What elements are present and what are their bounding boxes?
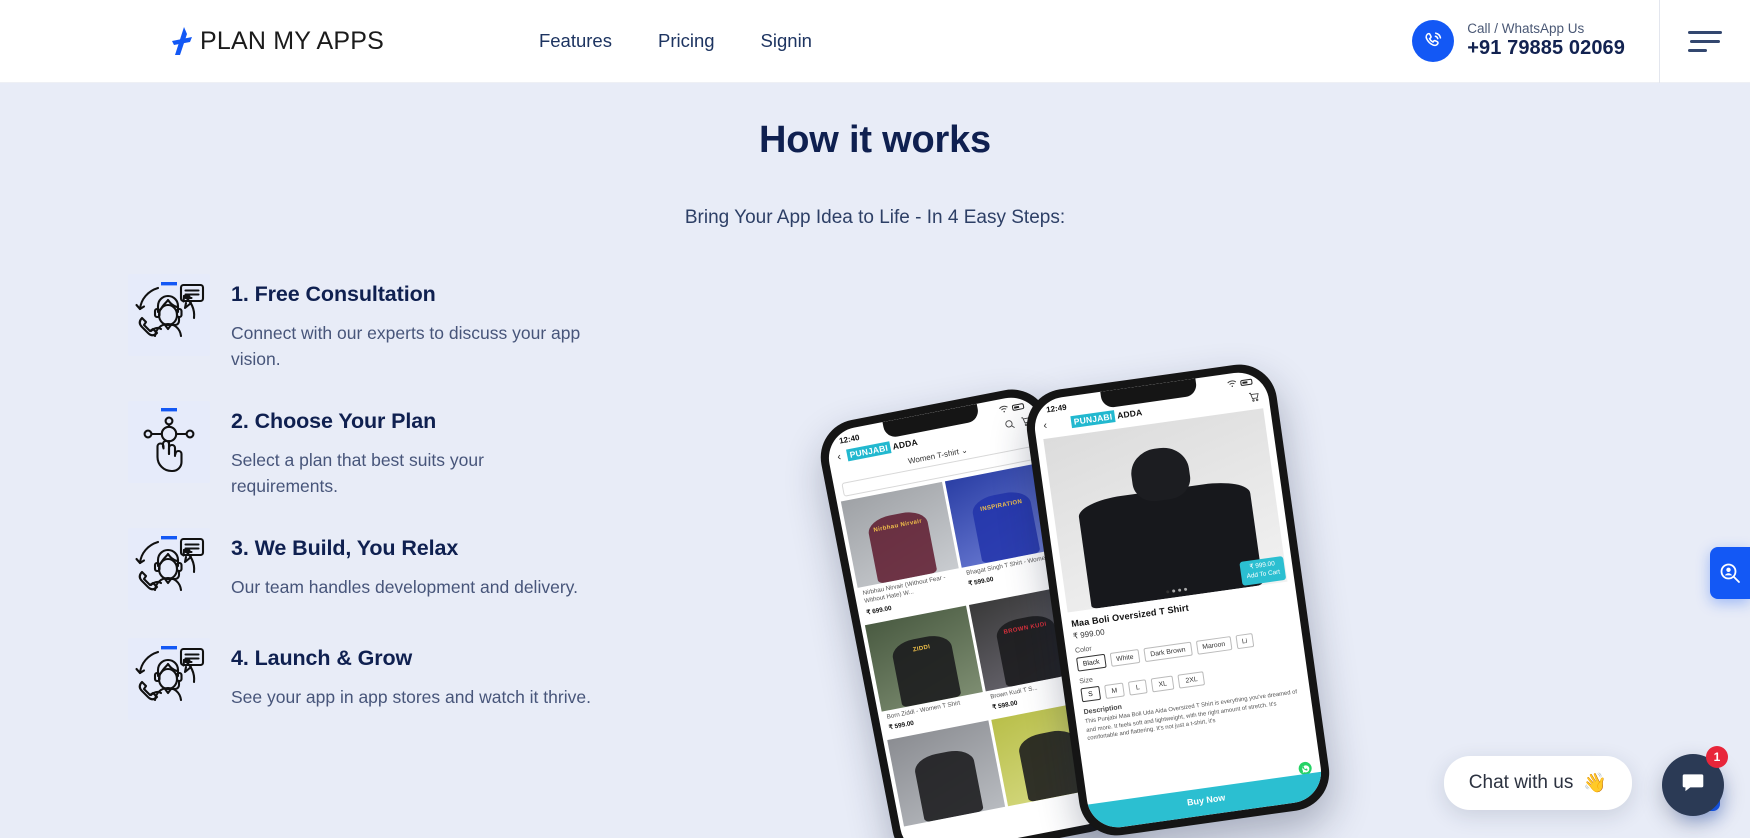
brand-logo[interactable]: PLAN MY APPS	[168, 25, 384, 57]
contact-text: Call / WhatsApp Us +91 79885 02069	[1467, 21, 1625, 61]
customer-support-headset-icon	[128, 274, 210, 356]
person-search-icon[interactable]	[1710, 547, 1750, 599]
size-option-s[interactable]: S	[1080, 685, 1101, 703]
list-item: 4. Launch & Grow See your app in app sto…	[128, 637, 648, 720]
main-navigation: Features Pricing Signin	[539, 30, 812, 52]
step-description: Connect with our experts to discuss your…	[231, 323, 581, 369]
nav-item-features[interactable]: Features	[539, 30, 612, 52]
size-option-l[interactable]: L	[1128, 679, 1148, 696]
phone-mockups: 12:40 ‹ PUNJABI ADDA Women T-shirt ⌄ Nir…	[814, 359, 1375, 838]
hamburger-menu-icon[interactable]	[1660, 0, 1750, 83]
page-title: How it works	[759, 119, 991, 161]
status-icons	[1226, 376, 1253, 391]
contact-label: Call / WhatsApp Us	[1467, 21, 1585, 37]
chat-with-us-pill[interactable]: Chat with us 👋	[1443, 756, 1632, 810]
battery-icon	[1239, 378, 1253, 386]
step-description: See your app in app stores and watch it …	[231, 686, 591, 707]
back-chevron-icon[interactable]: ‹	[1043, 420, 1048, 432]
app-logo-adda: ADDA	[1116, 407, 1143, 421]
product-card[interactable]: ZIDDI Born Ziddi - Women T Shirt ₹ 599.0…	[864, 605, 988, 738]
step-title: 4. Launch & Grow	[231, 645, 413, 670]
buy-now-button[interactable]: Buy Now	[1087, 771, 1326, 832]
carousel-dot	[1166, 590, 1170, 594]
customer-support-headset-icon	[128, 527, 210, 610]
hand-tap-plan-select-icon	[128, 400, 210, 483]
search-icon	[1005, 419, 1015, 428]
steps-list: 1. Free Consultation Connect with our ex…	[128, 274, 648, 748]
product-card[interactable]: Nirbhau Nirvair Nirbhau Nirvair (Without…	[840, 481, 965, 623]
nav-item-pricing[interactable]: Pricing	[658, 30, 715, 52]
burger-line	[1688, 30, 1722, 34]
status-time: 12:40	[838, 432, 861, 446]
customer-support-headset-icon	[128, 637, 210, 720]
color-option-li[interactable]: Li	[1235, 632, 1255, 650]
product-photo-shape	[969, 488, 1041, 564]
product-photo-shape	[890, 631, 962, 708]
burger-line	[1690, 39, 1720, 43]
step-title: 2. Choose Your Plan	[231, 408, 437, 433]
chat-bubble-icon	[1680, 770, 1706, 801]
burger-line	[1688, 48, 1707, 52]
carousel-dot	[1172, 589, 1176, 593]
back-chevron-icon[interactable]: ‹	[836, 451, 842, 463]
step-text: 1. Free Consultation Connect with our ex…	[231, 274, 591, 373]
app-logo-adda: ADDA	[891, 436, 919, 452]
page-subtitle: Bring Your App Idea to Life - In 4 Easy …	[684, 207, 1066, 228]
nav-item-signin[interactable]: Signin	[761, 30, 812, 52]
phone-whatsapp-icon	[1412, 20, 1455, 62]
step-text: 3. We Build, You Relax Our team handles …	[231, 528, 578, 601]
product-photo-shape	[912, 747, 984, 823]
brand-name: PLAN MY APPS	[200, 26, 384, 55]
battery-icon	[1011, 402, 1025, 411]
header-right-group: Call / WhatsApp Us +91 79885 02069	[1412, 0, 1750, 83]
step-text: 2. Choose Your Plan Select a plan that b…	[231, 401, 591, 500]
chat-pill-label: Chat with us	[1468, 772, 1574, 793]
size-option-m[interactable]: M	[1103, 682, 1126, 700]
step-title: 1. Free Consultation	[231, 282, 436, 306]
phone-screen-detail: 12:49 ‹ PUNJABI ADDA Maa Boli Oversized …	[1030, 368, 1326, 832]
step-text: 4. Launch & Grow See your app in app sto…	[231, 638, 591, 711]
product-photo-shape	[866, 508, 938, 584]
step-title: 3. We Build, You Relax	[231, 535, 459, 560]
list-item: 2. Choose Your Plan Select a plan that b…	[128, 400, 648, 500]
list-item: 3. We Build, You Relax Our team handles …	[128, 527, 648, 610]
chat-unread-badge: 1	[1706, 746, 1728, 768]
how-it-works-section: How it works Bring Your App Idea to Life…	[0, 83, 1750, 838]
carousel-dot	[1183, 587, 1188, 592]
list-item: 1. Free Consultation Connect with our ex…	[128, 274, 648, 373]
wifi-icon	[1227, 380, 1237, 388]
wifi-icon	[999, 405, 1008, 413]
step-description: Select a plan that best suits your requi…	[231, 449, 484, 496]
waving-hand-icon: 👋	[1583, 773, 1607, 794]
step-description: Our team handles development and deliver…	[231, 576, 578, 597]
contact-phone-number[interactable]: +91 79885 02069	[1467, 37, 1625, 61]
site-header: PLAN MY APPS Features Pricing Signin Cal…	[0, 0, 1750, 83]
status-time: 12:49	[1045, 402, 1068, 415]
product-image	[887, 720, 1005, 827]
app-logo-punjabi: PUNJABI	[1070, 410, 1116, 429]
a-mark-logo-icon	[168, 25, 198, 57]
carousel-dot	[1177, 588, 1182, 592]
product-card[interactable]	[887, 720, 1005, 827]
cart-icon	[1248, 392, 1259, 402]
contact-block[interactable]: Call / WhatsApp Us +91 79885 02069	[1412, 20, 1659, 62]
